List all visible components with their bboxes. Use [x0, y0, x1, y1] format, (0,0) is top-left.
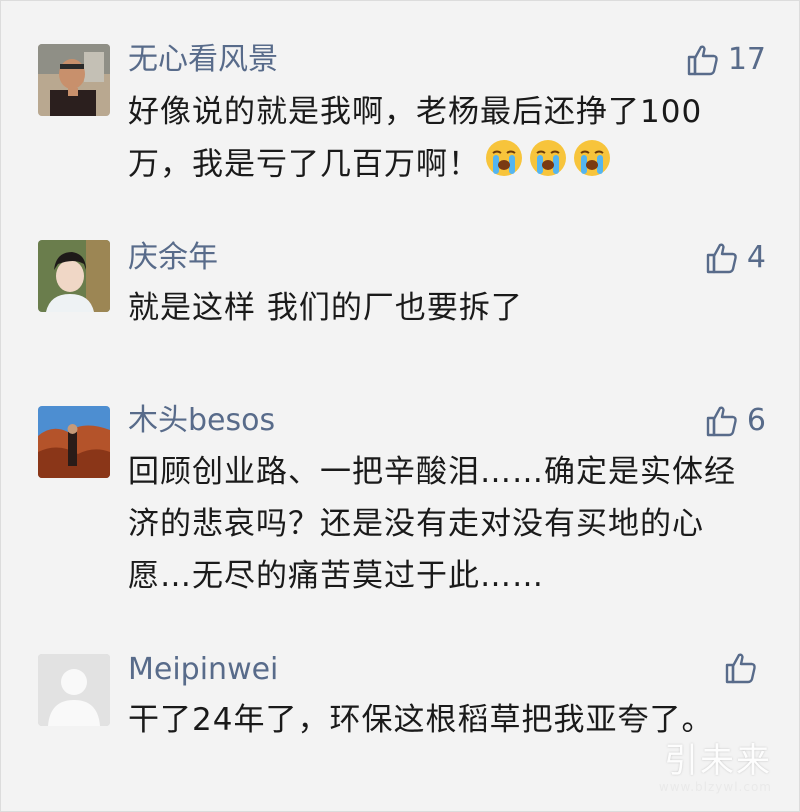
comment-text-block: 好像说的就是我啊，老杨最后还挣了100万，我是亏了几百万啊！	[128, 86, 748, 194]
avatar[interactable]	[38, 654, 110, 726]
thumbs-up-icon	[686, 43, 720, 77]
like-count: 6	[746, 403, 766, 438]
crying-face-icon	[528, 138, 568, 194]
comment-username[interactable]: 木头besos	[128, 401, 275, 441]
like-button[interactable]	[724, 648, 766, 688]
crying-face-icon	[572, 138, 612, 194]
watermark-brand: 引未来	[664, 741, 772, 781]
thumbs-up-icon	[705, 241, 739, 275]
comment-username[interactable]: Meipinwei	[128, 650, 278, 690]
avatar[interactable]	[38, 406, 110, 478]
like-button[interactable]: 6	[705, 401, 766, 441]
crying-face-icon	[484, 138, 524, 194]
comment-text: 好像说的就是我啊，老杨最后还挣了100万，我是亏了几百万啊！	[128, 94, 703, 183]
avatar[interactable]	[38, 44, 110, 116]
watermark-site: www.blzywl.com	[658, 780, 772, 794]
comment-text: 干了24年了，环保这根稻草把我亚夸了。	[128, 702, 714, 738]
comment-username[interactable]: 庆余年	[128, 238, 218, 278]
like-count: 17	[727, 42, 766, 77]
comment-username[interactable]: 无心看风景	[128, 40, 278, 80]
like-count: 4	[746, 240, 766, 275]
like-button[interactable]: 4	[705, 238, 766, 278]
comment-text: 回顾创业路、一把辛酸泪……确定是实体经济的悲哀吗？还是没有走对没有买地的心愿…无…	[128, 454, 736, 594]
like-button[interactable]: 17	[686, 40, 766, 80]
avatar[interactable]	[38, 240, 110, 312]
thumbs-up-icon	[724, 651, 758, 685]
comment-text: 就是这样 我们的厂也要拆了	[128, 290, 523, 326]
thumbs-up-icon	[705, 404, 739, 438]
watermark: 引未来 www.blzywl.com	[659, 742, 772, 794]
